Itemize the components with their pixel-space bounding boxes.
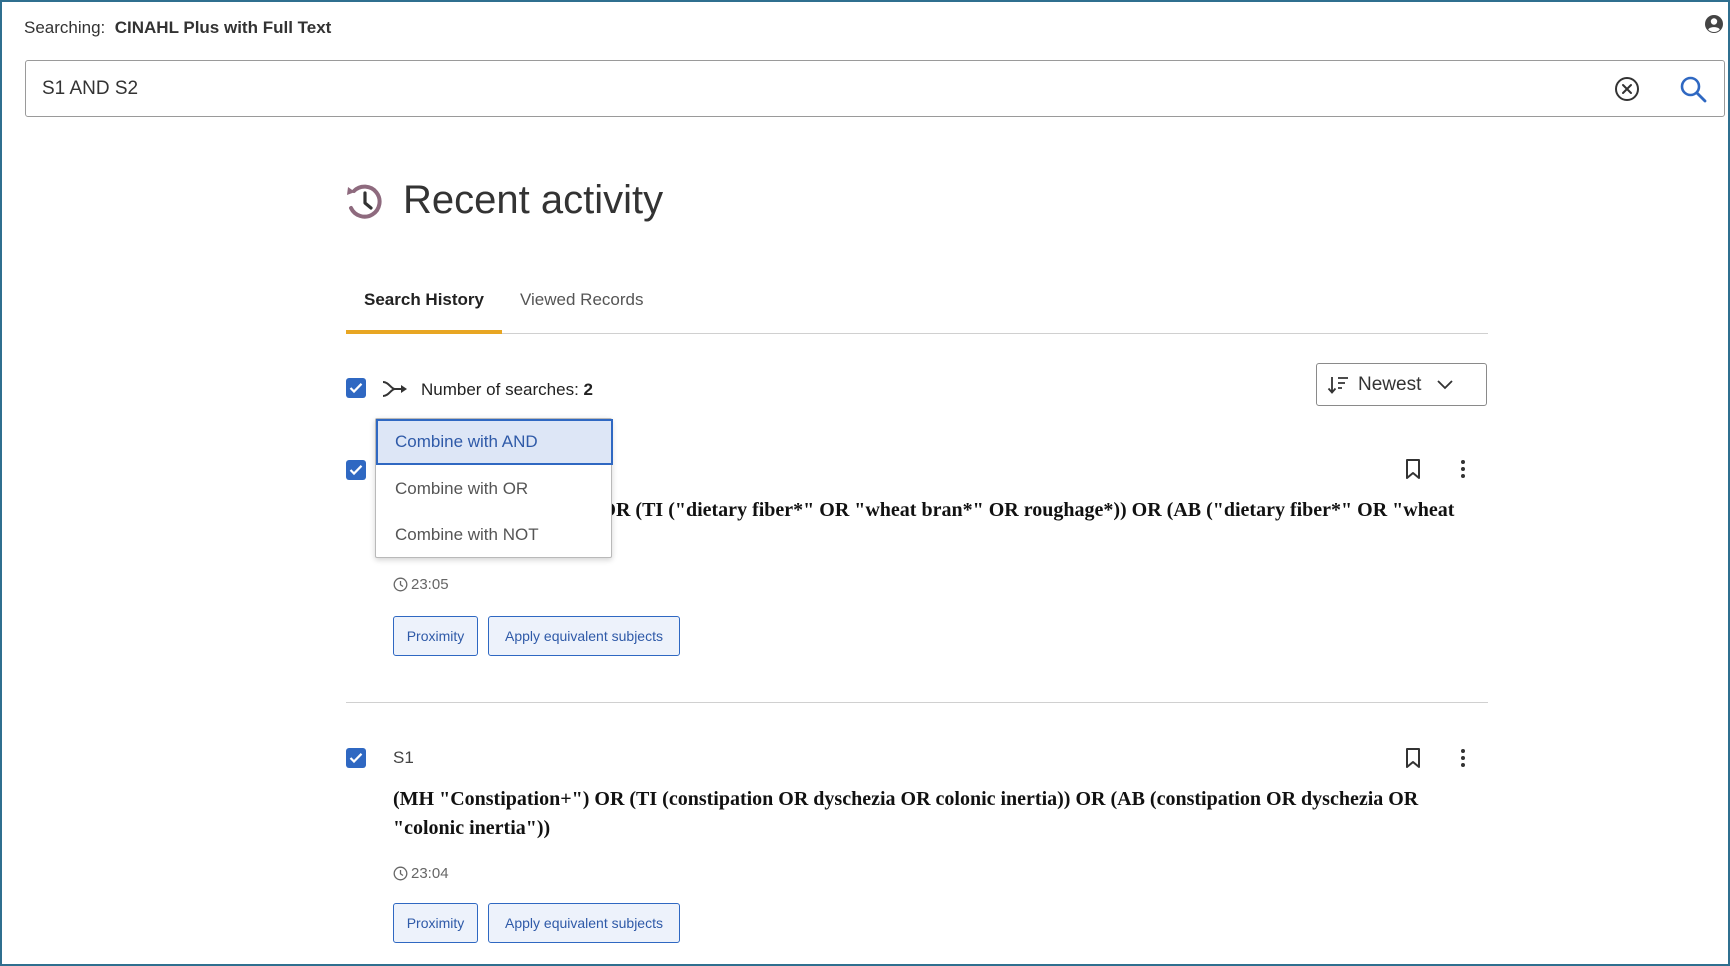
search-icon[interactable]: [1678, 74, 1708, 104]
bookmark-icon[interactable]: [1404, 747, 1422, 769]
more-options-icon[interactable]: [1458, 458, 1468, 480]
checkmark-icon: [349, 383, 363, 394]
user-account-icon[interactable]: [1704, 14, 1724, 34]
search-box: [25, 60, 1725, 117]
result-checkbox[interactable]: [346, 460, 366, 480]
clear-search-icon[interactable]: [1614, 76, 1640, 102]
bookmark-icon[interactable]: [1404, 458, 1422, 480]
history-icon: [347, 184, 382, 219]
combine-with-or-option[interactable]: Combine with OR: [376, 466, 613, 512]
database-name: CINAHL Plus with Full Text: [114, 18, 332, 37]
combine-with-and-option[interactable]: Combine with AND: [376, 419, 613, 465]
page-title: Recent activity: [403, 178, 664, 222]
checkmark-icon: [349, 465, 363, 476]
search-time: 23:04: [393, 865, 449, 882]
combine-searches-icon[interactable]: [381, 378, 409, 400]
active-tab-indicator: [346, 330, 502, 334]
apply-equivalent-subjects-button[interactable]: Apply equivalent subjects: [488, 616, 680, 656]
apply-equivalent-subjects-button[interactable]: Apply equivalent subjects: [488, 903, 680, 943]
clock-icon: [393, 577, 408, 592]
search-input[interactable]: [42, 73, 1602, 105]
checkmark-icon: [349, 753, 363, 764]
search-count: 2: [583, 380, 593, 399]
tab-search-history[interactable]: Search History: [364, 290, 484, 310]
sort-label: Newest: [1358, 374, 1422, 395]
search-history-item: S1 (MH "Constipation+") OR (TI (constipa…: [346, 740, 1488, 965]
proximity-button[interactable]: Proximity: [393, 616, 478, 656]
more-options-icon[interactable]: [1458, 747, 1468, 769]
tab-viewed-records[interactable]: Viewed Records: [520, 290, 643, 310]
number-of-searches: Number of searches: 2: [421, 380, 593, 399]
activity-tabs: Search History Viewed Records: [346, 282, 1488, 334]
search-id: S1: [393, 748, 414, 767]
proximity-button[interactable]: Proximity: [393, 903, 478, 943]
clock-icon: [393, 866, 408, 881]
search-query[interactable]: (MH "Constipation+") OR (TI (constipatio…: [393, 785, 1473, 843]
search-time: 23:05: [393, 576, 449, 593]
sort-icon: [1327, 377, 1348, 394]
select-all-checkbox[interactable]: [346, 378, 366, 398]
chevron-down-icon: [1437, 380, 1453, 390]
combine-with-not-option[interactable]: Combine with NOT: [376, 512, 613, 558]
combine-menu: Combine with AND Combine with OR Combine…: [375, 418, 613, 558]
divider: [346, 702, 1488, 703]
sort-dropdown[interactable]: Newest: [1316, 363, 1487, 406]
searching-label: Searching: CINAHL Plus with Full Text: [24, 18, 332, 37]
result-checkbox[interactable]: [346, 748, 366, 768]
